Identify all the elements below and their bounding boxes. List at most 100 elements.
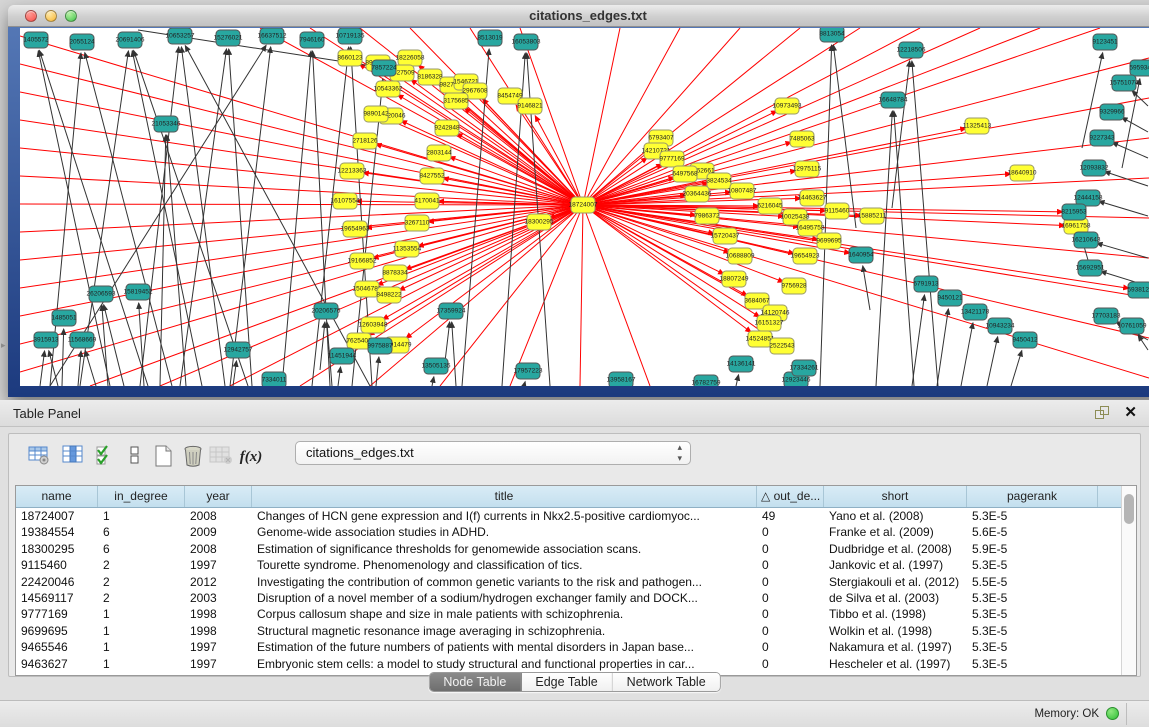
table-row[interactable]: 969969511998Structural magnetic resonanc… — [16, 623, 1121, 639]
graph-node-teal[interactable]: 20691406 — [116, 32, 145, 48]
graph-node-teal[interactable]: 15276021 — [214, 30, 243, 46]
graph-node-teal[interactable]: 13958167 — [607, 372, 636, 386]
graph-node-yellow[interactable]: 15720437 — [711, 228, 740, 244]
vertical-scrollbar[interactable] — [1121, 486, 1136, 675]
table-cell[interactable]: 1997 — [185, 639, 252, 655]
row-height-icon[interactable] — [121, 443, 149, 473]
table-cell[interactable]: Embryonic stem cells: a model to study s… — [252, 656, 757, 672]
graph-node-yellow[interactable]: 6497568 — [672, 166, 698, 182]
graph-node-teal[interactable]: 26206593 — [87, 286, 116, 302]
table-cell[interactable]: 2009 — [185, 524, 252, 540]
graph-node-teal[interactable]: 7857224 — [371, 60, 397, 76]
table-row[interactable]: 2242004622012Investigating the contribut… — [16, 574, 1121, 590]
graph-node-yellow[interactable]: 12603948 — [359, 317, 388, 333]
table-cell[interactable]: 1 — [98, 639, 185, 655]
graph-node-yellow[interactable]: 9890142 — [363, 106, 389, 122]
table-mode-icon[interactable] — [25, 443, 53, 473]
graph-node-teal[interactable]: 7334011 — [262, 372, 287, 386]
table-cell[interactable]: 5.3E-5 — [967, 606, 1098, 622]
graph-node-teal[interactable]: 15751074 — [1110, 75, 1139, 91]
graph-node-yellow[interactable]: 9699695 — [816, 233, 842, 249]
graph-node-yellow[interactable]: 7986372 — [694, 208, 720, 224]
graph-node-yellow[interactable]: 20364436 — [683, 186, 712, 202]
graph-node-teal[interactable]: 16782759 — [692, 375, 721, 386]
delete-table-icon[interactable] — [179, 443, 207, 473]
column-header-name[interactable]: name — [16, 486, 98, 507]
table-row[interactable]: 977716911998Corpus callosum shape and si… — [16, 606, 1121, 622]
table-cell[interactable]: 5.6E-5 — [967, 524, 1098, 540]
table-cell[interactable]: 5.3E-5 — [967, 557, 1098, 573]
table-cell[interactable]: de Silva et al. (2003) — [824, 590, 967, 606]
table-cell[interactable]: 19384554 — [16, 524, 98, 540]
graph-node-yellow[interactable]: 3175685 — [443, 93, 469, 109]
table-cell[interactable]: 5.9E-5 — [967, 541, 1098, 557]
table-cell[interactable]: Yano et al. (2008) — [824, 508, 967, 524]
graph-node-yellow[interactable]: 19166852 — [348, 253, 377, 269]
graph-node-yellow[interactable]: 10543362 — [374, 81, 403, 97]
table-cell[interactable]: 2 — [98, 557, 185, 573]
table-cell[interactable]: 2008 — [185, 508, 252, 524]
graph-node-yellow[interactable]: 15885211 — [858, 208, 887, 224]
column-header-in_degree[interactable]: in_degree — [98, 486, 185, 507]
graph-node-teal[interactable]: 16053803 — [512, 34, 541, 50]
table-cell[interactable]: 2012 — [185, 574, 252, 590]
float-panel-icon[interactable] — [1095, 406, 1109, 420]
graph-node-teal[interactable]: 17957223 — [514, 363, 543, 379]
column-header-year[interactable]: year — [185, 486, 252, 507]
table-cell[interactable]: 9777169 — [16, 606, 98, 622]
column-header-title[interactable]: title — [252, 486, 757, 507]
graph-node-yellow[interactable]: 12975115 — [793, 161, 822, 177]
graph-node-teal[interactable]: 7946160 — [299, 32, 325, 48]
table-cell[interactable]: 5.3E-5 — [967, 623, 1098, 639]
graph-node-teal[interactable]: 14136141 — [727, 356, 756, 372]
graph-node-yellow[interactable]: 14463627 — [798, 190, 827, 206]
graph-node-teal[interactable]: 10761059 — [1118, 318, 1147, 334]
graph-node-teal[interactable]: 8215953 — [1061, 204, 1087, 220]
graph-node-teal[interactable]: 13505135 — [422, 358, 451, 374]
close-panel-icon[interactable]: ✕ — [1124, 403, 1137, 421]
table-cell[interactable]: 2008 — [185, 541, 252, 557]
select-rows-checkbox-icon[interactable] — [91, 443, 119, 473]
graph-node-yellow[interactable]: 18226058 — [396, 50, 425, 66]
graph-node-teal[interactable]: 9450412 — [1012, 332, 1038, 348]
graph-node-teal[interactable]: 9227343 — [1089, 130, 1115, 146]
graph-node-teal[interactable]: 15692951 — [1076, 260, 1105, 276]
graph-node-teal[interactable]: 10719135 — [336, 28, 365, 44]
table-cell[interactable]: Structural magnetic resonance image aver… — [252, 623, 757, 639]
table-cell[interactable]: 5.3E-5 — [967, 656, 1098, 672]
graph-node-yellow[interactable]: 8427552 — [419, 168, 445, 184]
table-cell[interactable]: 5.3E-5 — [967, 639, 1098, 655]
table-cell[interactable]: 1997 — [185, 656, 252, 672]
table-cell[interactable]: 49 — [757, 508, 824, 524]
graph-node-yellow[interactable]: 6216045 — [757, 198, 783, 214]
scrollbar-thumb[interactable] — [1124, 494, 1134, 524]
graph-node-yellow[interactable]: 19654923 — [791, 248, 820, 264]
graph-node-yellow[interactable]: 18807249 — [720, 271, 749, 287]
table-cell[interactable]: 18300295 — [16, 541, 98, 557]
graph-node-yellow[interactable]: 8878334 — [382, 265, 408, 281]
table-cell[interactable]: 5.3E-5 — [967, 508, 1098, 524]
graph-node-teal[interactable]: 12942757 — [224, 342, 253, 358]
table-cell[interactable]: 0 — [757, 524, 824, 540]
column-header-out_de[interactable]: △ out_de... — [757, 486, 824, 507]
table-cell[interactable]: 9465546 — [16, 639, 98, 655]
table-cell[interactable]: 1 — [98, 606, 185, 622]
memory-status-indicator[interactable] — [1106, 707, 1119, 720]
graph-node-yellow[interactable]: 8660123 — [337, 50, 363, 66]
table-cell[interactable]: Investigating the contribution of common… — [252, 574, 757, 590]
graph-node-teal[interactable]: 16210643 — [1072, 232, 1101, 248]
graph-node-teal[interactable]: 8813054 — [819, 28, 845, 42]
table-cell[interactable]: Franke et al. (2009) — [824, 524, 967, 540]
table-cell[interactable]: Corpus callosum shape and size in male p… — [252, 606, 757, 622]
graph-node-teal[interactable]: 9450121 — [937, 290, 963, 306]
graph-node-teal[interactable]: 11451944 — [328, 348, 357, 364]
graph-node-teal[interactable]: 6791913 — [913, 276, 939, 292]
graph-node-teal[interactable]: 1485051 — [51, 310, 77, 326]
graph-node-teal[interactable]: 5938121 — [1127, 282, 1149, 298]
table-cell[interactable]: 1997 — [185, 557, 252, 573]
graph-node-yellow[interactable]: 19654963 — [341, 221, 370, 237]
table-selector-dropdown[interactable]: citations_edges.txt ▴▾ — [295, 441, 691, 465]
graph-node-teal[interactable]: 2055124 — [69, 34, 95, 50]
graph-node-teal[interactable]: 15819452 — [124, 284, 153, 300]
graph-node-yellow[interactable]: 11325413 — [963, 118, 992, 134]
